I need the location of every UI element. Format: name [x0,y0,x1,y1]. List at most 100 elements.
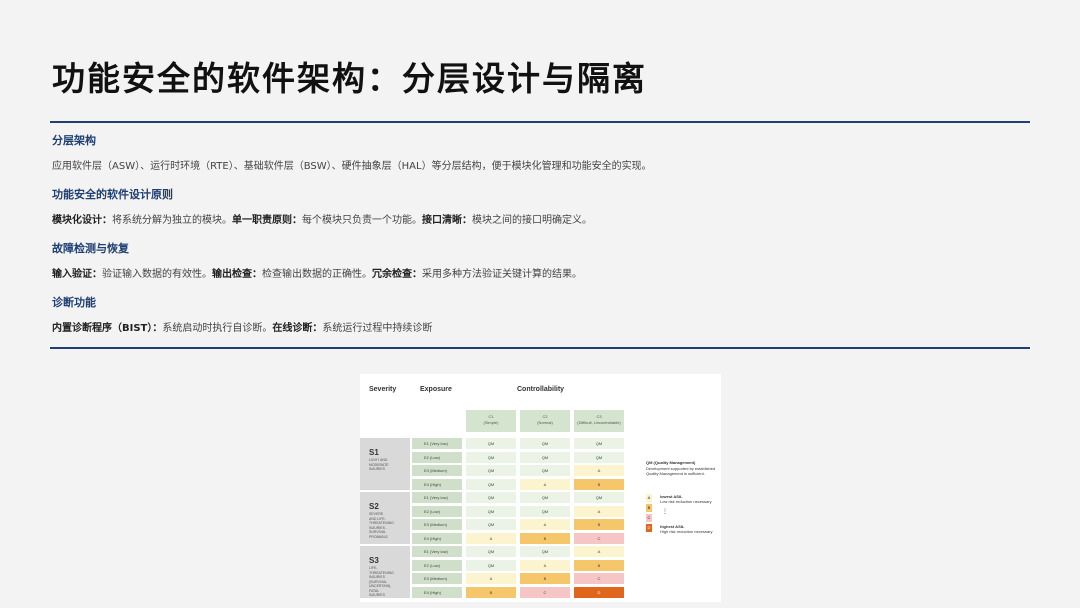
exposure-label: E1 (Very low) [412,438,462,449]
legend-swatch-d: D [646,524,652,532]
fault-text: 检查输出数据的正确性。 [262,269,372,280]
section-body-layered-architecture: 应用软件层（ASW）、运行时环境（RTE）、基础软件层（BSW）、硬件抽象层（H… [52,161,652,172]
principle-text: 每个模块只负责一个功能。 [302,215,422,226]
asil-cell: QM [520,505,570,517]
severity-s3: S3 LIFE- THREATENING INJURIES (SURVIVAL U… [360,546,410,598]
asil-cell: D [574,586,624,598]
asil-cell: QM [520,492,570,503]
section-heading-diagnostics: 诊断功能 [52,296,96,309]
asil-cell: QM [574,438,624,449]
asil-cell: QM [466,465,516,476]
legend-swatch-a: A [646,494,652,502]
asil-cell: QM [466,451,516,463]
asil-cell: QM [520,438,570,449]
controllability-header: Controllability [517,386,565,393]
controllability-desc: (Simple) [483,420,499,425]
principle-text: 模块之间的接口明确定义。 [472,215,592,226]
asil-cell: A [574,465,624,476]
asil-cell: B [520,573,570,584]
principle-label: 模块化设计： [52,215,112,226]
fault-label: 冗余检查： [372,269,422,280]
diag-label: 在线诊断： [272,323,323,334]
diag-text: 系统运行过程中持续诊断 [322,323,433,334]
legend-swatch-b: B [646,504,652,512]
legend-lowest-text: Low risk reduction necessary [660,499,712,504]
fault-text: 验证输入数据的有效性。 [102,269,212,280]
asil-cell: QM [466,438,516,449]
asil-cell: C [574,532,624,544]
legend-qm-text: Development supported by established Qua… [646,466,716,476]
asil-cell: A [466,573,516,584]
exposure-label: E3 (Medium) [412,519,462,530]
asil-cell: B [574,519,624,530]
asil-cell: QM [574,451,624,463]
fault-text: 采用多种方法验证关键计算的结果。 [422,269,582,280]
severity-desc: LIFE- THREATENING INJURIES (SURVIVAL UNC… [369,566,394,597]
asil-cell: B [574,559,624,571]
controllability-c1: C1 (Simple) [466,410,516,432]
legend-dots: ⋮ [662,509,668,515]
severity-code: S3 [369,556,379,565]
exposure-label: E3 (Medium) [412,465,462,476]
asil-cell: A [574,546,624,557]
controllability-desc: (Difficult, Uncontrollable) [577,420,621,425]
asil-cell: QM [466,546,516,557]
asil-cell: QM [466,559,516,571]
asil-cell: QM [466,492,516,503]
principle-text: 将系统分解为独立的模块。 [112,215,232,226]
controllability-desc: (Normal) [537,420,553,425]
severity-desc: LIGHT AND MODERATE INJURIES [369,458,389,471]
exposure-label: E1 (Very low) [412,492,462,503]
asil-cell: A [520,478,570,490]
section-body-diagnostics: 内置诊断程序（BIST）：系统启动时执行自诊断。在线诊断：系统运行过程中持续诊断 [52,322,1022,336]
exposure-label: E4 (High) [412,532,462,544]
section-heading-design-principles: 功能安全的软件设计原则 [52,188,173,201]
asil-cell: QM [466,519,516,530]
asil-cell: A [520,519,570,530]
asil-cell: A [574,505,624,517]
exposure-label: E2 (Low) [412,559,462,571]
legend-highest-text: High risk reduction necessary [660,529,713,534]
asil-cell: QM [466,478,516,490]
asil-cell: C [574,573,624,584]
severity-code: S2 [369,502,379,511]
legend-swatch-c: C [646,514,652,522]
section-heading-fault-detection: 故障检测与恢复 [52,242,129,255]
asil-cell: QM [520,546,570,557]
section-heading-layered-architecture: 分层架构 [52,134,96,147]
diag-text: 系统启动时执行自诊断。 [162,323,273,334]
diag-label: 内置诊断程序（BIST）： [52,323,163,334]
severity-desc: SEVERE AND LIFE- THREATENING INJURIES - … [369,512,394,539]
asil-cell: C [520,586,570,598]
page-title: 功能安全的软件架构：分层设计与隔离 [52,59,647,98]
principle-label: 接口清晰： [422,215,472,226]
controllability-c3: C3 (Difficult, Uncontrollable) [574,410,624,432]
asil-cell: QM [466,505,516,517]
bottom-divider [50,347,1030,349]
severity-s1: S1 LIGHT AND MODERATE INJURIES [360,438,410,490]
section-body-design-principles: 模块化设计：将系统分解为独立的模块。单一职责原则：每个模块只负责一个功能。接口清… [52,214,1022,228]
asil-cell: QM [520,451,570,463]
exposure-label: E1 (Very low) [412,546,462,557]
exposure-header: Exposure [420,386,452,393]
asil-cell: A [466,532,516,544]
asil-cell: B [574,478,624,490]
exposure-label: E4 (High) [412,478,462,490]
asil-risk-table: Severity Exposure Controllability C1 (Sim… [360,374,721,602]
exposure-label: E2 (Low) [412,451,462,463]
asil-cell: B [466,586,516,598]
asil-cell: B [520,532,570,544]
severity-s2: S2 SEVERE AND LIFE- THREATENING INJURIES … [360,492,410,544]
fault-label: 输出检查： [212,269,262,280]
controllability-c2: C2 (Normal) [520,410,570,432]
fault-label: 输入验证： [52,269,102,280]
severity-code: S1 [369,448,379,457]
content-sections: 分层架构 应用软件层（ASW）、运行时环境（RTE）、基础软件层（BSW）、硬件… [52,133,1022,349]
legend-qm-title: QM (Quality Management) [646,460,696,465]
asil-cell: QM [574,492,624,503]
exposure-label: E2 (Low) [412,505,462,517]
exposure-label: E3 (Medium) [412,573,462,584]
asil-cell: QM [520,465,570,476]
section-body-fault-detection: 输入验证：验证输入数据的有效性。输出检查：检查输出数据的正确性。冗余检查：采用多… [52,268,1022,282]
principle-label: 单一职责原则： [232,215,302,226]
